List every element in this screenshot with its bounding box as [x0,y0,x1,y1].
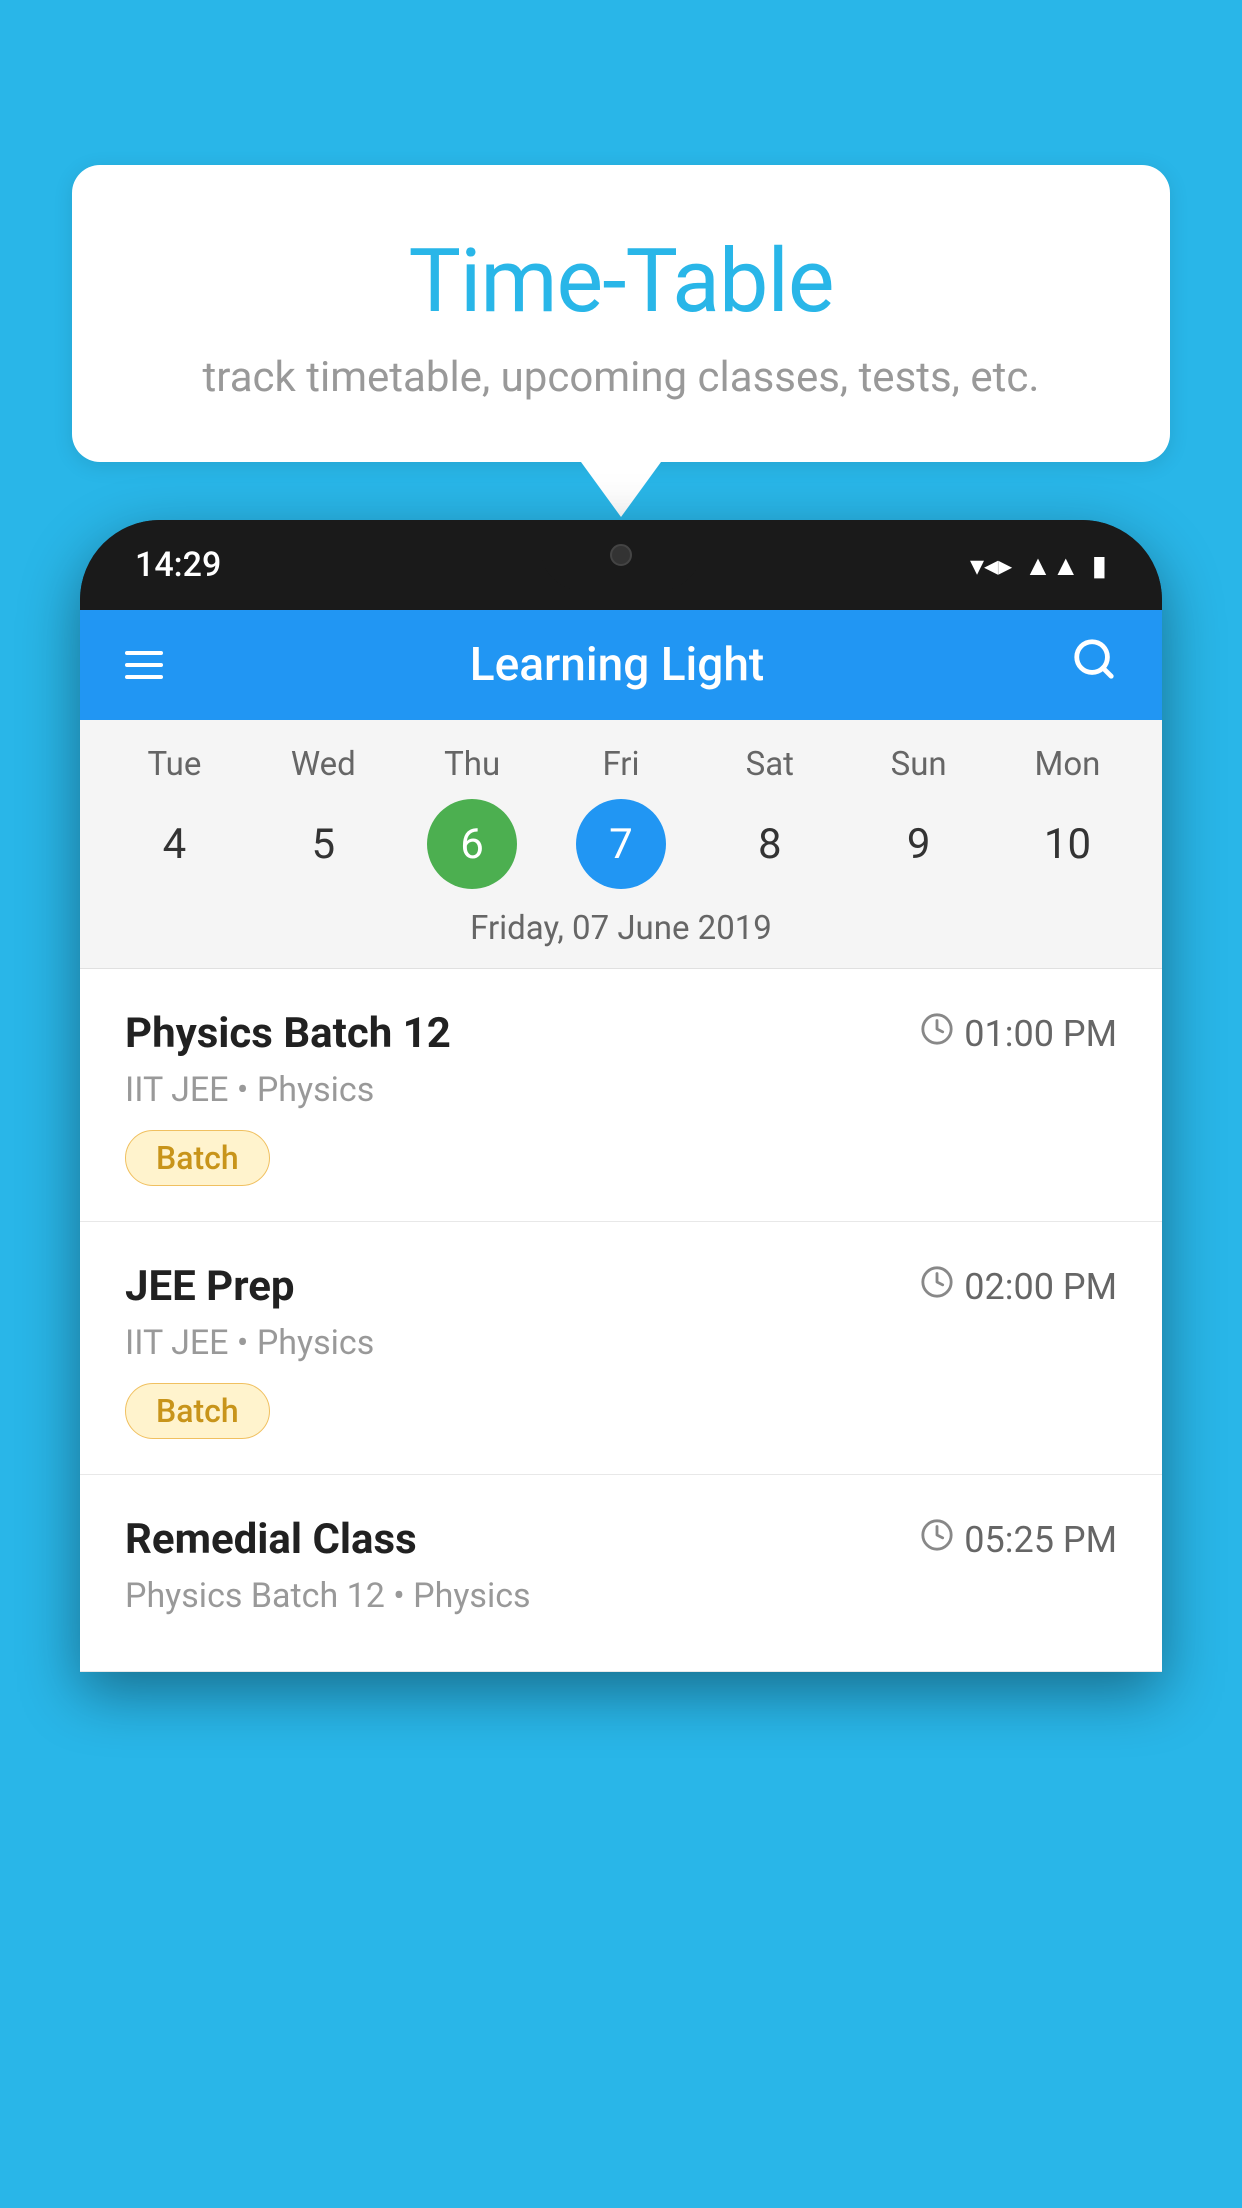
schedule-item-3-title: Remedial Class [125,1515,417,1564]
app-bar: Learning Light [80,610,1162,720]
clock-icon-3 [920,1518,954,1561]
day-header-sun: Sun [859,745,979,784]
schedule-item-1-time-text: 01:00 PM [964,1013,1117,1055]
day-headers: Tue Wed Thu Fri Sat Sun Mon [80,745,1162,784]
speech-bubble-subtitle: track timetable, upcoming classes, tests… [132,353,1110,402]
schedule-item-2-time: 02:00 PM [920,1265,1117,1308]
selected-date-label: Friday, 07 June 2019 [80,909,1162,969]
signal-icon: ▲▲ [1024,549,1079,582]
day-9[interactable]: 9 [874,799,964,889]
schedule-item-2[interactable]: JEE Prep 02:00 PM IIT JEE • Physics [80,1222,1162,1475]
schedule-item-2-subtitle: IIT JEE • Physics [125,1323,1117,1363]
phone-screen: Tue Wed Thu Fri Sat Sun Mon 4 5 6 7 8 9 … [80,720,1162,1672]
schedule-item-3-subtitle: Physics Batch 12 • Physics [125,1576,1117,1616]
speech-bubble: Time-Table track timetable, upcoming cla… [72,165,1170,462]
app-title: Learning Light [470,638,765,692]
schedule-item-2-time-text: 02:00 PM [964,1266,1117,1308]
day-numbers: 4 5 6 7 8 9 10 [80,799,1162,889]
schedule-item-3-header: Remedial Class 05:25 PM [125,1515,1117,1564]
day-header-wed: Wed [263,745,383,784]
battery-icon: ▮ [1092,549,1107,582]
day-8[interactable]: 8 [725,799,815,889]
clock-icon-2 [920,1265,954,1308]
day-header-fri: Fri [561,745,681,784]
calendar-strip: Tue Wed Thu Fri Sat Sun Mon 4 5 6 7 8 9 … [80,720,1162,969]
clock-icon-1 [920,1012,954,1055]
schedule-item-1-batch-badge: Batch [125,1130,270,1186]
phone-notch [541,520,701,590]
day-header-mon: Mon [1007,745,1127,784]
schedule-list: Physics Batch 12 01:00 PM IIT JEE • P [80,969,1162,1672]
schedule-item-3-time: 05:25 PM [920,1518,1117,1561]
search-button[interactable] [1071,636,1117,694]
hamburger-menu-icon[interactable] [125,651,163,679]
camera-dot [610,544,632,566]
day-header-thu: Thu [412,745,532,784]
schedule-item-1-subtitle: IIT JEE • Physics [125,1070,1117,1110]
day-7-selected[interactable]: 7 [576,799,666,889]
day-5[interactable]: 5 [278,799,368,889]
wifi-icon: ▾◂▸ [970,549,1012,582]
day-header-sat: Sat [710,745,830,784]
schedule-item-1-title: Physics Batch 12 [125,1009,451,1058]
schedule-item-1-time: 01:00 PM [920,1012,1117,1055]
speech-bubble-pointer [581,462,661,517]
speech-bubble-container: Time-Table track timetable, upcoming cla… [72,165,1170,517]
schedule-item-1[interactable]: Physics Batch 12 01:00 PM IIT JEE • P [80,969,1162,1222]
day-4[interactable]: 4 [129,799,219,889]
phone-container: 14:29 ▾◂▸ ▲▲ ▮ Learning Light [80,520,1162,2208]
schedule-item-3-time-text: 05:25 PM [964,1519,1117,1561]
schedule-item-2-title: JEE Prep [125,1262,295,1311]
phone-time: 14:29 [135,545,221,585]
day-header-tue: Tue [114,745,234,784]
day-6-today[interactable]: 6 [427,799,517,889]
phone-status-icons: ▾◂▸ ▲▲ ▮ [970,549,1107,582]
speech-bubble-title: Time-Table [132,230,1110,333]
schedule-item-1-header: Physics Batch 12 01:00 PM [125,1009,1117,1058]
day-10[interactable]: 10 [1022,799,1112,889]
phone-status-bar: 14:29 ▾◂▸ ▲▲ ▮ [80,520,1162,610]
schedule-item-3[interactable]: Remedial Class 05:25 PM Physics Batch [80,1475,1162,1672]
phone-frame: 14:29 ▾◂▸ ▲▲ ▮ Learning Light [80,520,1162,1672]
schedule-item-2-header: JEE Prep 02:00 PM [125,1262,1117,1311]
schedule-item-2-batch-badge: Batch [125,1383,270,1439]
